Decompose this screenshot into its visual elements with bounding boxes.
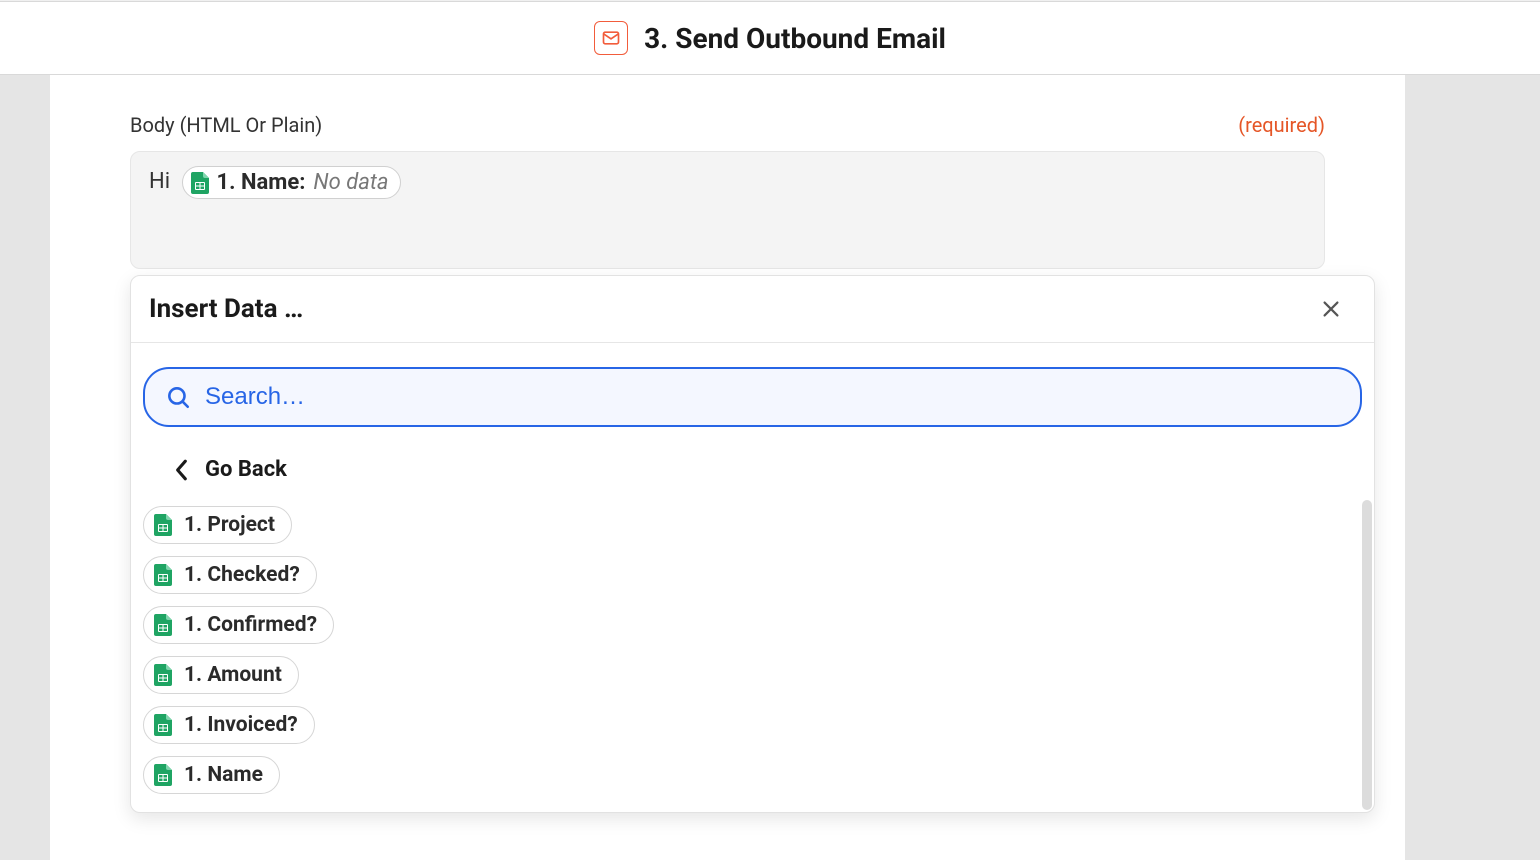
data-item-label: 1. Invoiced? bbox=[184, 713, 298, 737]
data-item-amount[interactable]: 1. Amount bbox=[143, 656, 299, 694]
required-indicator: (required) bbox=[1238, 113, 1325, 137]
body-prefix-text: Hi bbox=[149, 169, 170, 194]
data-item-confirmed[interactable]: 1. Confirmed? bbox=[143, 606, 334, 644]
go-back-button[interactable]: Go Back bbox=[131, 439, 287, 500]
step-card: Body (HTML Or Plain) (required) Hi bbox=[50, 75, 1405, 860]
data-item-invoiced[interactable]: 1. Invoiced? bbox=[143, 706, 315, 744]
canvas: Body (HTML Or Plain) (required) Hi bbox=[0, 75, 1540, 860]
search-box[interactable] bbox=[143, 367, 1362, 427]
go-back-label: Go Back bbox=[205, 457, 287, 482]
data-item-name[interactable]: 1. Name bbox=[143, 756, 280, 794]
data-pill-name[interactable]: 1. Name: No data bbox=[182, 166, 402, 199]
sheets-icon bbox=[154, 564, 172, 586]
field-label-row: Body (HTML Or Plain) (required) bbox=[50, 75, 1405, 137]
sheets-icon bbox=[154, 514, 172, 536]
pill-label: 1. Name: bbox=[217, 170, 306, 195]
data-item-label: 1. Checked? bbox=[184, 563, 300, 587]
sheets-icon bbox=[154, 664, 172, 686]
insert-data-popover: Insert Data … bbox=[130, 275, 1375, 813]
close-button[interactable] bbox=[1316, 294, 1346, 324]
page-title: 3. Send Outbound Email bbox=[644, 22, 946, 55]
body-field-label: Body (HTML Or Plain) bbox=[130, 113, 322, 137]
search-input[interactable] bbox=[205, 383, 1340, 411]
page-header: 3. Send Outbound Email bbox=[0, 1, 1540, 75]
data-item-label: 1. Project bbox=[184, 513, 275, 537]
body-input[interactable]: Hi 1. Name: No data bbox=[130, 151, 1325, 269]
data-scroll: 1. Project 1. Checked? 1. Confirmed? 1. … bbox=[131, 500, 1374, 812]
scrollbar-thumb[interactable] bbox=[1362, 500, 1372, 810]
chevron-left-icon bbox=[175, 459, 189, 481]
data-item-label: 1. Confirmed? bbox=[184, 613, 317, 637]
sheets-icon bbox=[154, 614, 172, 636]
sheets-icon bbox=[191, 172, 209, 194]
data-item-project[interactable]: 1. Project bbox=[143, 506, 292, 544]
search-wrap bbox=[131, 343, 1374, 439]
sheets-icon bbox=[154, 764, 172, 786]
data-item-checked[interactable]: 1. Checked? bbox=[143, 556, 317, 594]
popover-header: Insert Data … bbox=[131, 276, 1374, 343]
scrollbar-track[interactable] bbox=[1362, 500, 1372, 812]
data-item-label: 1. Name bbox=[184, 763, 263, 787]
pill-value: No data bbox=[313, 170, 388, 195]
sheets-icon bbox=[154, 714, 172, 736]
popover-title: Insert Data … bbox=[149, 294, 303, 324]
close-icon bbox=[1320, 298, 1342, 320]
data-item-label: 1. Amount bbox=[184, 663, 282, 687]
data-list: 1. Project 1. Checked? 1. Confirmed? 1. … bbox=[131, 500, 1374, 812]
search-icon bbox=[165, 384, 191, 410]
email-icon bbox=[594, 21, 628, 55]
